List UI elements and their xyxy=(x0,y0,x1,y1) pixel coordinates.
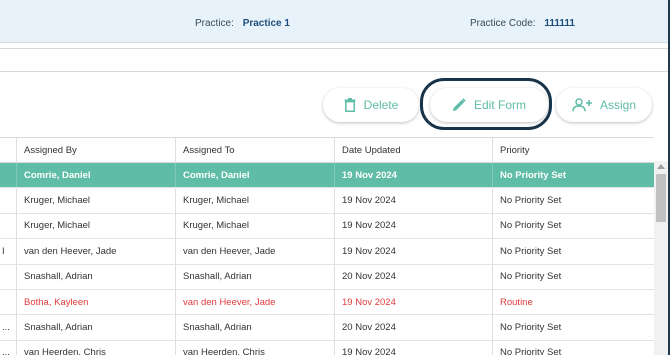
column-header-assigned-to[interactable]: Assigned To xyxy=(176,138,335,162)
table-row[interactable]: ... Snashall, Adrian Snashall, Adrian 20… xyxy=(0,315,654,341)
assigned-to-cell: Kruger, Michael xyxy=(176,213,335,239)
delete-button[interactable]: Delete xyxy=(323,88,419,122)
assigned-by-cell: Kruger, Michael xyxy=(17,188,176,213)
practice-code-value: 111111 xyxy=(544,18,575,29)
row-lead-cell xyxy=(0,264,17,289)
table-row[interactable]: I van den Heever, Jade van den Heever, J… xyxy=(0,239,654,265)
edit-form-button-label: Edit Form xyxy=(473,98,526,112)
row-lead-cell xyxy=(0,163,17,188)
priority-cell: No Priority Set xyxy=(500,322,562,334)
assign-button-label: Assign xyxy=(599,98,637,112)
row-lead-cell xyxy=(0,213,17,239)
date-updated-cell: 20 Nov 2024 xyxy=(335,315,493,340)
row-lead-cell xyxy=(0,188,17,213)
assign-button[interactable]: Assign xyxy=(556,88,652,122)
assigned-by-cell: Snashall, Adrian xyxy=(17,315,176,340)
date-updated-cell: 19 Nov 2024 xyxy=(335,340,493,355)
date-updated-cell: 20 Nov 2024 xyxy=(335,264,493,289)
priority-cell: Routine xyxy=(500,296,533,308)
assigned-by-cell: Kruger, Michael xyxy=(17,213,176,239)
date-updated-cell: 19 Nov 2024 xyxy=(335,163,493,188)
priority-cell: No Priority Set xyxy=(500,347,562,355)
grid-header: Assigned By Assigned To Date Updated Pri… xyxy=(0,137,654,163)
practice-value: Practice 1 xyxy=(242,18,290,29)
scrollbar-thumb[interactable] xyxy=(656,174,666,222)
date-updated-cell: 19 Nov 2024 xyxy=(335,213,493,239)
column-header-assigned-by[interactable]: Assigned By xyxy=(17,138,176,162)
practice-code-info: Practice Code: 111111 xyxy=(470,18,575,29)
date-updated-cell: 19 Nov 2024 xyxy=(335,289,493,315)
filter-strip[interactable] xyxy=(0,48,668,72)
table-row[interactable]: Kruger, Michael Kruger, Michael 19 Nov 2… xyxy=(0,213,654,240)
practice-info: Practice: Practice 1 xyxy=(195,18,290,29)
pencil-icon xyxy=(452,98,466,112)
assigned-by-cell: Botha, Kayleen xyxy=(17,289,176,315)
priority-cell: No Priority Set xyxy=(500,245,562,257)
app-frame: Practice: Practice 1 Practice Code: 1111… xyxy=(0,0,670,355)
date-updated-cell: 19 Nov 2024 xyxy=(335,188,493,213)
table-row[interactable]: ... van Heerden, Chris van Heerden, Chri… xyxy=(0,340,654,355)
assigned-to-cell: Snashall, Adrian xyxy=(176,264,335,289)
assigned-to-cell: Snashall, Adrian xyxy=(176,315,335,340)
row-lead-cell: ... xyxy=(0,340,17,355)
row-lead-cell: ... xyxy=(0,315,17,340)
column-header-priority[interactable]: Priority xyxy=(493,138,654,162)
edit-form-button[interactable]: Edit Form xyxy=(430,88,548,122)
scroll-up-arrow-icon[interactable] xyxy=(657,164,665,169)
priority-cell: No Priority Set xyxy=(500,271,562,283)
row-lead-cell xyxy=(0,289,17,315)
grid-scrollbar[interactable] xyxy=(654,161,668,355)
practice-code-label: Practice Code: xyxy=(470,18,536,29)
table-row[interactable]: Botha, Kayleen van den Heever, Jade 19 N… xyxy=(0,289,654,316)
add-user-icon xyxy=(572,98,592,112)
table-row[interactable]: Snashall, Adrian Snashall, Adrian 20 Nov… xyxy=(0,264,654,290)
assigned-by-cell: Comrie, Daniel xyxy=(17,163,176,188)
header-lead-cell xyxy=(0,138,17,162)
practice-label: Practice: xyxy=(195,18,234,29)
table-row[interactable]: Comrie, Daniel Comrie, Daniel 19 Nov 202… xyxy=(0,163,654,189)
assignments-grid: Assigned By Assigned To Date Updated Pri… xyxy=(0,137,654,355)
assigned-to-cell: van den Heever, Jade xyxy=(176,289,335,315)
priority-cell: No Priority Set xyxy=(500,220,562,232)
table-row[interactable]: Kruger, Michael Kruger, Michael 19 Nov 2… xyxy=(0,188,654,214)
priority-cell: No Priority Set xyxy=(500,195,562,207)
assigned-to-cell: Comrie, Daniel xyxy=(176,163,335,188)
assigned-by-cell: Snashall, Adrian xyxy=(17,264,176,289)
date-updated-cell: 19 Nov 2024 xyxy=(335,239,493,264)
column-header-date-updated[interactable]: Date Updated xyxy=(335,138,493,162)
row-lead-cell: I xyxy=(0,239,17,264)
assigned-to-cell: van den Heever, Jade xyxy=(176,239,335,264)
assigned-to-cell: van Heerden, Chris xyxy=(176,340,335,355)
assigned-to-cell: Kruger, Michael xyxy=(176,188,335,213)
priority-cell: No Priority Set xyxy=(500,169,566,181)
delete-button-label: Delete xyxy=(363,98,399,112)
assigned-by-cell: van Heerden, Chris xyxy=(17,340,176,355)
trash-icon xyxy=(344,98,356,112)
practice-header: Practice: Practice 1 Practice Code: 1111… xyxy=(0,0,668,43)
assigned-by-cell: van den Heever, Jade xyxy=(17,239,176,264)
